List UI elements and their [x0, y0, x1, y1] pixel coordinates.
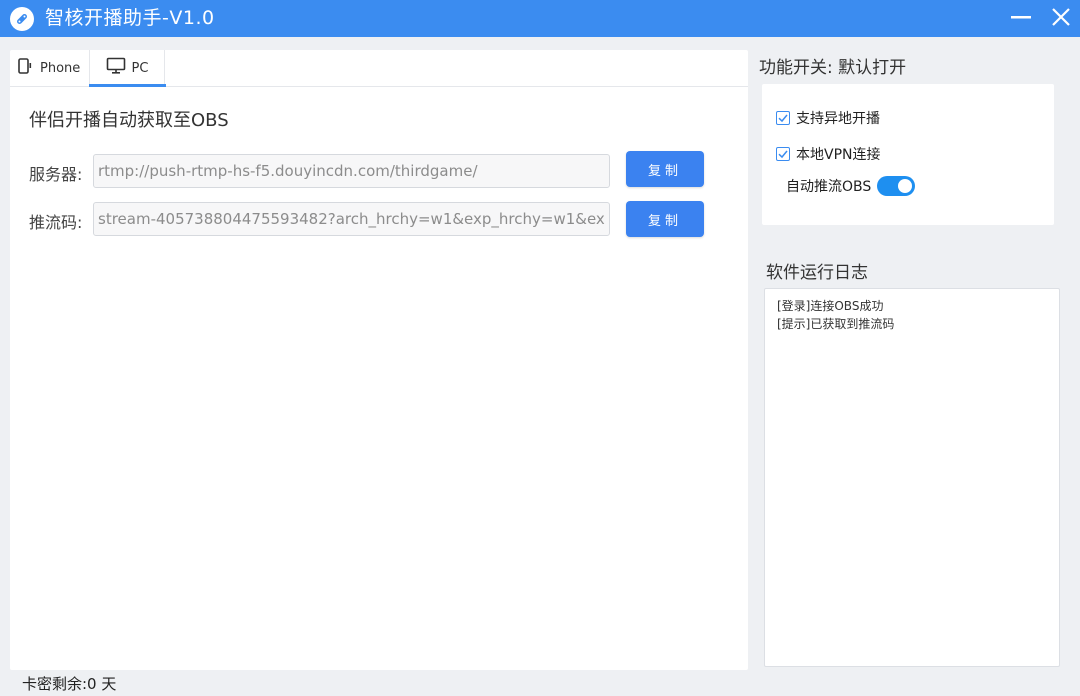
server-input[interactable]: [93, 154, 610, 188]
checkbox-checked-icon: [776, 111, 790, 125]
license-remaining: 卡密剩余:0 天: [22, 675, 117, 693]
toggle-knob: [898, 179, 913, 193]
remote-broadcast-label: 支持异地开播: [796, 111, 880, 127]
tab-pc[interactable]: PC: [89, 50, 165, 86]
phone-icon: [16, 57, 34, 79]
app-logo-icon: [9, 6, 35, 32]
close-icon[interactable]: [1046, 4, 1076, 32]
server-label: 服务器:: [29, 165, 83, 184]
active-tab-indicator: [89, 84, 166, 87]
auto-push-label: 自动推流OBS: [786, 179, 872, 195]
checkbox-checked-icon: [776, 147, 790, 161]
monitor-icon: [106, 57, 126, 79]
log-heading: 软件运行日志: [766, 263, 868, 283]
tab-bar: Phone PC: [10, 50, 748, 87]
features-box: 支持异地开播 本地VPN连接 自动推流OBS: [762, 84, 1054, 225]
log-line: [提示]已获取到推流码: [777, 317, 895, 331]
local-vpn-checkbox[interactable]: 本地VPN连接: [776, 144, 881, 164]
stream-key-input[interactable]: [93, 202, 610, 236]
remote-broadcast-checkbox[interactable]: 支持异地开播: [776, 108, 880, 128]
auto-push-toggle[interactable]: [877, 176, 916, 196]
title-bar: 智核开播助手-V1.0: [0, 0, 1080, 37]
auto-push-row: 自动推流OBS: [786, 176, 916, 196]
tab-phone-label: Phone: [40, 60, 81, 76]
copy-stream-key-button[interactable]: 复制: [626, 201, 704, 237]
tab-phone[interactable]: Phone: [16, 50, 88, 86]
window-title: 智核开播助手-V1.0: [45, 7, 215, 29]
log-line: [登录]连接OBS成功: [777, 299, 884, 313]
log-area[interactable]: [登录]连接OBS成功 [提示]已获取到推流码: [764, 288, 1060, 667]
section-title: 伴侣开播自动获取至OBS: [29, 110, 229, 131]
stream-key-label: 推流码:: [29, 213, 83, 232]
copy-server-button[interactable]: 复制: [626, 151, 704, 187]
tab-pc-label: PC: [131, 60, 149, 76]
features-heading: 功能开关: 默认打开: [759, 58, 907, 78]
minimize-icon[interactable]: [1006, 4, 1036, 32]
local-vpn-label: 本地VPN连接: [796, 147, 881, 163]
main-panel: Phone PC 伴侣开播自动获取至OBS 服务器: 复制 推流码: 复制: [10, 50, 748, 670]
